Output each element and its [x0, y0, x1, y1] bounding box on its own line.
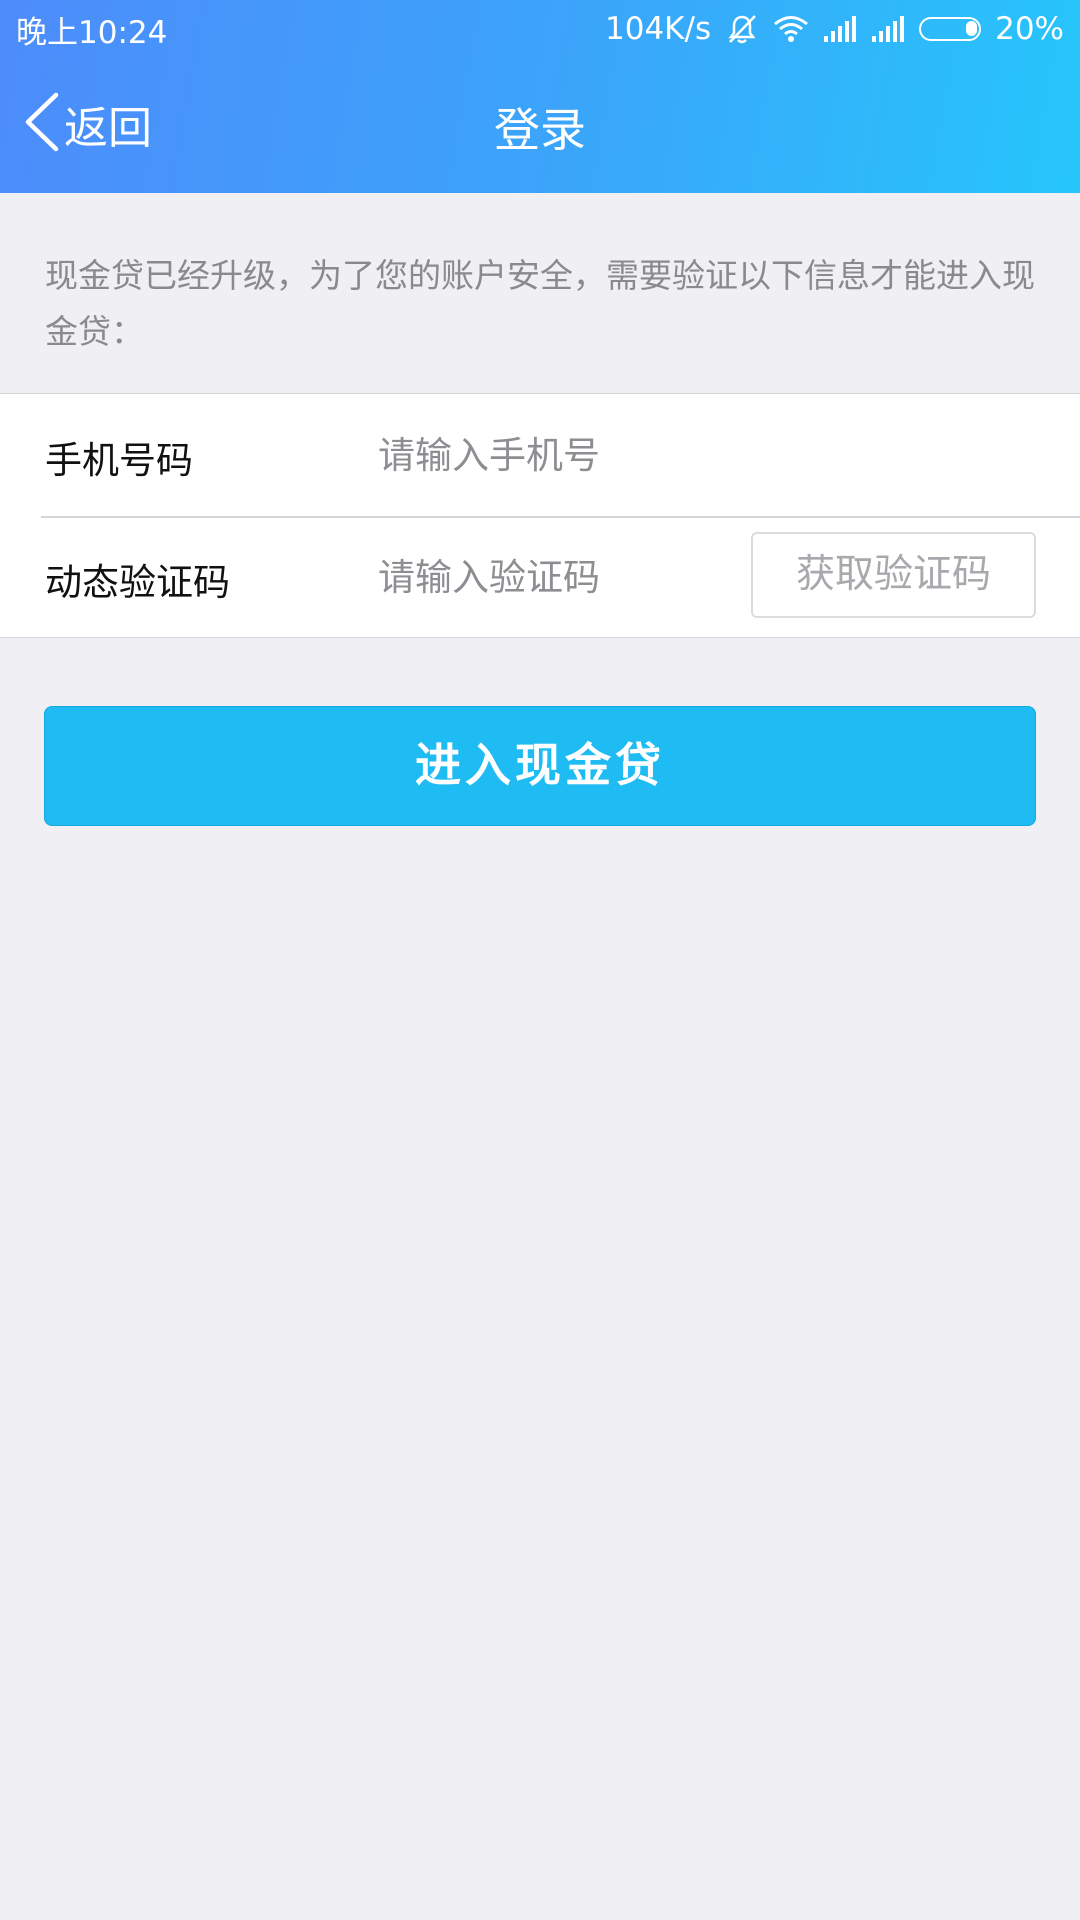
phone-input[interactable]: [378, 430, 1028, 480]
login-form: 手机号码 动态验证码 获取验证码: [0, 393, 1080, 638]
phone-label: 手机号码: [45, 439, 193, 482]
phone-row: 手机号码: [0, 394, 1080, 514]
status-icons: 104K/s 20%: [605, 11, 1064, 47]
status-time: 晚上10:24: [16, 14, 168, 51]
code-input[interactable]: [378, 552, 718, 602]
get-code-button[interactable]: 获取验证码: [751, 532, 1036, 618]
battery-percent: 20%: [995, 11, 1064, 47]
nav-bar: 返回 登录: [0, 72, 1080, 176]
enter-button[interactable]: 进入现金贷: [44, 706, 1036, 826]
signal-icon-2: [871, 16, 905, 42]
code-label: 动态验证码: [45, 561, 230, 604]
wifi-icon: [773, 15, 809, 43]
network-speed: 104K/s: [605, 11, 712, 47]
signal-icon-1: [823, 16, 857, 42]
status-bar: 晚上10:24 104K/s 20%: [0, 0, 1080, 58]
app-header: 晚上10:24 104K/s 20% 返回 登录: [0, 0, 1080, 193]
mute-bell-icon: [725, 13, 759, 45]
battery-icon: [919, 17, 982, 41]
upgrade-notice: 现金贷已经升级，为了您的账户安全，需要验证以下信息才能进入现金贷：: [45, 256, 1035, 351]
page-title: 登录: [494, 103, 586, 157]
